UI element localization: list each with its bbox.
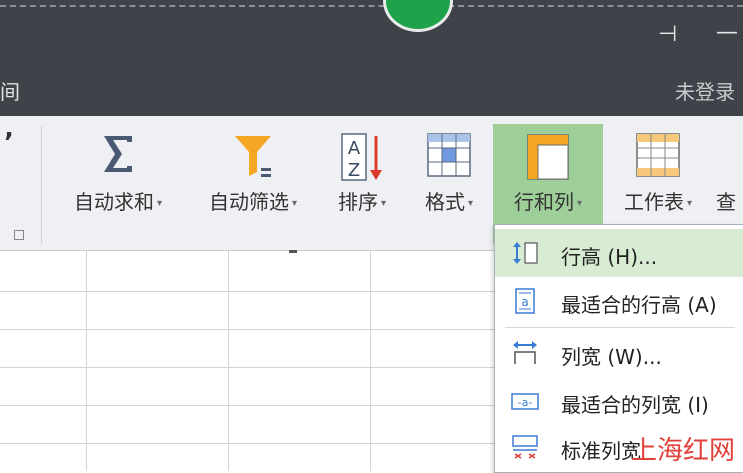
column-gridline	[228, 251, 229, 471]
menu-item-best-fit-column-width[interactable]: -a- 最适合的列宽 (I)	[495, 377, 743, 425]
svg-text:Z: Z	[348, 160, 360, 181]
row-gridline	[0, 405, 495, 406]
autofilter-label: 自动筛选	[208, 190, 289, 214]
selection-border	[0, 5, 743, 7]
column-width-icon	[511, 340, 539, 366]
chevron-down-icon: ▾	[576, 198, 583, 209]
watermark: 上海红网	[630, 436, 735, 466]
standard-column-width-icon	[511, 434, 539, 460]
best-fit-column-width-icon: -a-	[511, 388, 539, 414]
menu-item-best-fit-row-height[interactable]: a 最适合的行高 (A)	[495, 277, 743, 325]
format-label: 格式	[424, 190, 465, 214]
row-gridline	[0, 291, 495, 292]
login-status[interactable]: 未登录	[675, 76, 735, 105]
sigma-icon	[98, 132, 138, 180]
column-gridline	[370, 251, 371, 471]
menu-item-label: 列宽 (W)...	[561, 345, 662, 369]
autosum-button[interactable]: 自动求和 ▾	[58, 124, 178, 244]
rows-columns-label: 行和列	[513, 190, 574, 214]
menu-tab-partial[interactable]: 间	[0, 76, 20, 105]
sort-button[interactable]: A Z 排序 ▾	[324, 124, 400, 244]
row-gridline	[0, 367, 495, 368]
autofilter-button[interactable]: 自动筛选 ▾	[192, 124, 314, 244]
spreadsheet-grid[interactable]	[0, 251, 495, 471]
sort-az-icon: A Z	[338, 132, 386, 186]
pin-icon[interactable]: ⊣	[658, 22, 677, 47]
row-gridline	[0, 329, 495, 330]
chevron-down-icon: ▾	[291, 198, 298, 209]
menu-item-label: 行高 (H)...	[561, 245, 658, 269]
worksheet-icon	[635, 132, 681, 182]
format-button[interactable]: 格式 ▾	[410, 124, 488, 244]
svg-text:-a-: -a-	[518, 396, 533, 409]
app-menu-button[interactable]	[383, 0, 453, 32]
autosum-label: 自动求和	[73, 190, 154, 214]
best-fit-row-height-icon: a	[511, 288, 539, 314]
title-bar: ⊣ — 间 未登录	[0, 0, 743, 116]
chevron-down-icon: ▾	[156, 198, 163, 209]
chevron-down-icon: ▾	[380, 198, 387, 209]
chevron-down-icon: ▾	[686, 198, 693, 209]
row-gridline	[0, 443, 495, 444]
ribbon-partial-glyph: ’	[4, 128, 14, 158]
menu-item-row-height[interactable]: 行高 (H)...	[495, 229, 743, 277]
ribbon-group-separator	[41, 126, 42, 244]
svg-text:a: a	[521, 295, 528, 309]
menu-item-label: 最适合的列宽 (I)	[561, 393, 709, 417]
sort-label: 排序	[337, 190, 378, 214]
menu-item-label: 最适合的行高 (A)	[561, 293, 717, 317]
menu-separator	[505, 327, 735, 328]
chevron-down-icon: ▾	[467, 198, 474, 209]
column-gridline	[86, 251, 87, 471]
row-height-icon	[511, 240, 539, 266]
minimize-button[interactable]: —	[716, 20, 738, 45]
worksheet-label: 工作表	[623, 190, 684, 214]
menu-item-column-width[interactable]: 列宽 (W)...	[495, 329, 743, 377]
group-launcher-icon[interactable]	[14, 230, 24, 240]
find-label: 查	[716, 190, 736, 214]
menu-item-label: 标准列宽	[561, 439, 641, 463]
filter-funnel-icon	[231, 132, 275, 184]
resize-handle[interactable]	[289, 250, 297, 253]
rows-columns-icon	[525, 132, 571, 186]
svg-text:A: A	[348, 138, 361, 159]
format-grid-icon	[426, 132, 472, 182]
